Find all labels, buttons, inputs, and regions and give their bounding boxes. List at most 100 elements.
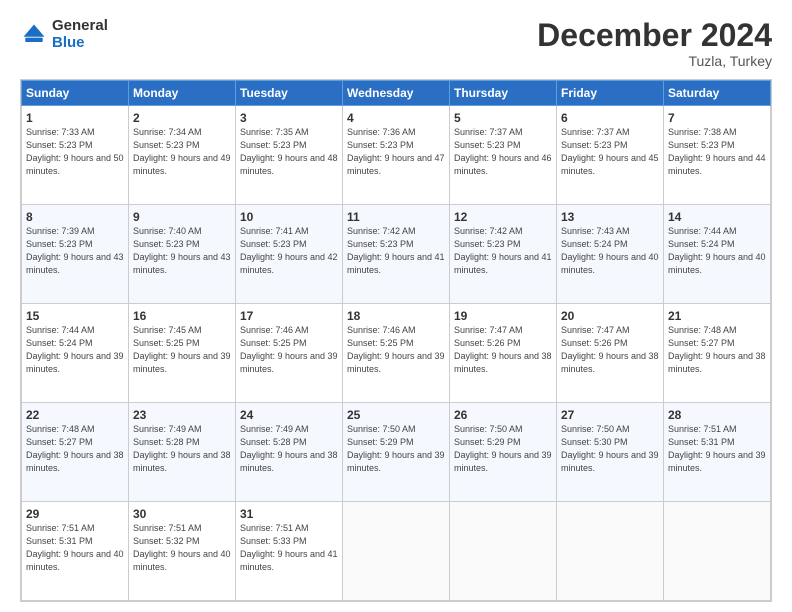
day-number: 25 bbox=[347, 407, 445, 423]
cell-info: Sunrise: 7:46 AMSunset: 5:25 PMDaylight:… bbox=[347, 325, 445, 373]
day-number: 11 bbox=[347, 209, 445, 225]
day-number: 2 bbox=[133, 110, 231, 126]
cell-info: Sunrise: 7:47 AMSunset: 5:26 PMDaylight:… bbox=[454, 325, 552, 373]
cell-info: Sunrise: 7:33 AMSunset: 5:23 PMDaylight:… bbox=[26, 127, 124, 175]
day-number: 19 bbox=[454, 308, 552, 324]
calendar-cell: 13Sunrise: 7:43 AMSunset: 5:24 PMDayligh… bbox=[557, 205, 664, 304]
logo-icon bbox=[20, 21, 48, 49]
cell-info: Sunrise: 7:40 AMSunset: 5:23 PMDaylight:… bbox=[133, 226, 231, 274]
day-number: 31 bbox=[240, 506, 338, 522]
calendar-cell: 9Sunrise: 7:40 AMSunset: 5:23 PMDaylight… bbox=[129, 205, 236, 304]
calendar-cell: 7Sunrise: 7:38 AMSunset: 5:23 PMDaylight… bbox=[664, 106, 771, 205]
day-number: 16 bbox=[133, 308, 231, 324]
calendar-cell: 6Sunrise: 7:37 AMSunset: 5:23 PMDaylight… bbox=[557, 106, 664, 205]
calendar-cell: 25Sunrise: 7:50 AMSunset: 5:29 PMDayligh… bbox=[343, 403, 450, 502]
logo-text-general: General bbox=[52, 18, 108, 35]
day-number: 17 bbox=[240, 308, 338, 324]
cell-info: Sunrise: 7:34 AMSunset: 5:23 PMDaylight:… bbox=[133, 127, 231, 175]
calendar-cell: 11Sunrise: 7:42 AMSunset: 5:23 PMDayligh… bbox=[343, 205, 450, 304]
day-number: 20 bbox=[561, 308, 659, 324]
day-number: 14 bbox=[668, 209, 766, 225]
day-number: 30 bbox=[133, 506, 231, 522]
logo: General Blue bbox=[20, 18, 108, 51]
calendar-cell: 28Sunrise: 7:51 AMSunset: 5:31 PMDayligh… bbox=[664, 403, 771, 502]
cell-info: Sunrise: 7:43 AMSunset: 5:24 PMDaylight:… bbox=[561, 226, 659, 274]
calendar-cell bbox=[557, 502, 664, 601]
calendar-cell: 14Sunrise: 7:44 AMSunset: 5:24 PMDayligh… bbox=[664, 205, 771, 304]
weekday-header-saturday: Saturday bbox=[664, 81, 771, 106]
cell-info: Sunrise: 7:42 AMSunset: 5:23 PMDaylight:… bbox=[347, 226, 445, 274]
cell-info: Sunrise: 7:48 AMSunset: 5:27 PMDaylight:… bbox=[26, 424, 124, 472]
cell-info: Sunrise: 7:35 AMSunset: 5:23 PMDaylight:… bbox=[240, 127, 338, 175]
calendar-cell: 27Sunrise: 7:50 AMSunset: 5:30 PMDayligh… bbox=[557, 403, 664, 502]
calendar-cell: 21Sunrise: 7:48 AMSunset: 5:27 PMDayligh… bbox=[664, 304, 771, 403]
calendar-cell: 10Sunrise: 7:41 AMSunset: 5:23 PMDayligh… bbox=[236, 205, 343, 304]
cell-info: Sunrise: 7:49 AMSunset: 5:28 PMDaylight:… bbox=[240, 424, 338, 472]
day-number: 28 bbox=[668, 407, 766, 423]
calendar-cell bbox=[450, 502, 557, 601]
calendar-cell: 2Sunrise: 7:34 AMSunset: 5:23 PMDaylight… bbox=[129, 106, 236, 205]
calendar-cell: 17Sunrise: 7:46 AMSunset: 5:25 PMDayligh… bbox=[236, 304, 343, 403]
day-number: 5 bbox=[454, 110, 552, 126]
calendar-cell: 16Sunrise: 7:45 AMSunset: 5:25 PMDayligh… bbox=[129, 304, 236, 403]
day-number: 7 bbox=[668, 110, 766, 126]
calendar-cell: 12Sunrise: 7:42 AMSunset: 5:23 PMDayligh… bbox=[450, 205, 557, 304]
calendar-cell: 31Sunrise: 7:51 AMSunset: 5:33 PMDayligh… bbox=[236, 502, 343, 601]
day-number: 23 bbox=[133, 407, 231, 423]
calendar-cell: 1Sunrise: 7:33 AMSunset: 5:23 PMDaylight… bbox=[22, 106, 129, 205]
day-number: 29 bbox=[26, 506, 124, 522]
header: General Blue December 2024 Tuzla, Turkey bbox=[20, 18, 772, 69]
cell-info: Sunrise: 7:50 AMSunset: 5:29 PMDaylight:… bbox=[454, 424, 552, 472]
day-number: 26 bbox=[454, 407, 552, 423]
week-row-5: 29Sunrise: 7:51 AMSunset: 5:31 PMDayligh… bbox=[22, 502, 771, 601]
cell-info: Sunrise: 7:47 AMSunset: 5:26 PMDaylight:… bbox=[561, 325, 659, 373]
day-number: 24 bbox=[240, 407, 338, 423]
weekday-header-tuesday: Tuesday bbox=[236, 81, 343, 106]
weekday-header-row: SundayMondayTuesdayWednesdayThursdayFrid… bbox=[22, 81, 771, 106]
calendar-cell: 23Sunrise: 7:49 AMSunset: 5:28 PMDayligh… bbox=[129, 403, 236, 502]
calendar: SundayMondayTuesdayWednesdayThursdayFrid… bbox=[20, 79, 772, 602]
calendar-cell: 26Sunrise: 7:50 AMSunset: 5:29 PMDayligh… bbox=[450, 403, 557, 502]
cell-info: Sunrise: 7:38 AMSunset: 5:23 PMDaylight:… bbox=[668, 127, 766, 175]
calendar-cell: 3Sunrise: 7:35 AMSunset: 5:23 PMDaylight… bbox=[236, 106, 343, 205]
cell-info: Sunrise: 7:37 AMSunset: 5:23 PMDaylight:… bbox=[454, 127, 552, 175]
cell-info: Sunrise: 7:42 AMSunset: 5:23 PMDaylight:… bbox=[454, 226, 552, 274]
calendar-cell: 8Sunrise: 7:39 AMSunset: 5:23 PMDaylight… bbox=[22, 205, 129, 304]
calendar-cell: 20Sunrise: 7:47 AMSunset: 5:26 PMDayligh… bbox=[557, 304, 664, 403]
calendar-cell: 18Sunrise: 7:46 AMSunset: 5:25 PMDayligh… bbox=[343, 304, 450, 403]
day-number: 9 bbox=[133, 209, 231, 225]
day-number: 21 bbox=[668, 308, 766, 324]
calendar-cell: 4Sunrise: 7:36 AMSunset: 5:23 PMDaylight… bbox=[343, 106, 450, 205]
location-subtitle: Tuzla, Turkey bbox=[537, 53, 772, 69]
calendar-cell: 15Sunrise: 7:44 AMSunset: 5:24 PMDayligh… bbox=[22, 304, 129, 403]
calendar-cell bbox=[343, 502, 450, 601]
calendar-cell: 5Sunrise: 7:37 AMSunset: 5:23 PMDaylight… bbox=[450, 106, 557, 205]
cell-info: Sunrise: 7:51 AMSunset: 5:32 PMDaylight:… bbox=[133, 523, 231, 571]
cell-info: Sunrise: 7:50 AMSunset: 5:29 PMDaylight:… bbox=[347, 424, 445, 472]
cell-info: Sunrise: 7:44 AMSunset: 5:24 PMDaylight:… bbox=[26, 325, 124, 373]
logo-text-blue: Blue bbox=[52, 35, 108, 52]
weekday-header-wednesday: Wednesday bbox=[343, 81, 450, 106]
cell-info: Sunrise: 7:51 AMSunset: 5:31 PMDaylight:… bbox=[26, 523, 124, 571]
cell-info: Sunrise: 7:45 AMSunset: 5:25 PMDaylight:… bbox=[133, 325, 231, 373]
day-number: 6 bbox=[561, 110, 659, 126]
calendar-cell: 29Sunrise: 7:51 AMSunset: 5:31 PMDayligh… bbox=[22, 502, 129, 601]
day-number: 4 bbox=[347, 110, 445, 126]
calendar-cell: 24Sunrise: 7:49 AMSunset: 5:28 PMDayligh… bbox=[236, 403, 343, 502]
cell-info: Sunrise: 7:51 AMSunset: 5:33 PMDaylight:… bbox=[240, 523, 338, 571]
week-row-4: 22Sunrise: 7:48 AMSunset: 5:27 PMDayligh… bbox=[22, 403, 771, 502]
title-block: December 2024 Tuzla, Turkey bbox=[537, 18, 772, 69]
day-number: 18 bbox=[347, 308, 445, 324]
cell-info: Sunrise: 7:50 AMSunset: 5:30 PMDaylight:… bbox=[561, 424, 659, 472]
main-title: December 2024 bbox=[537, 18, 772, 53]
cell-info: Sunrise: 7:39 AMSunset: 5:23 PMDaylight:… bbox=[26, 226, 124, 274]
calendar-cell bbox=[664, 502, 771, 601]
cell-info: Sunrise: 7:37 AMSunset: 5:23 PMDaylight:… bbox=[561, 127, 659, 175]
calendar-cell: 19Sunrise: 7:47 AMSunset: 5:26 PMDayligh… bbox=[450, 304, 557, 403]
day-number: 1 bbox=[26, 110, 124, 126]
week-row-2: 8Sunrise: 7:39 AMSunset: 5:23 PMDaylight… bbox=[22, 205, 771, 304]
week-row-3: 15Sunrise: 7:44 AMSunset: 5:24 PMDayligh… bbox=[22, 304, 771, 403]
cell-info: Sunrise: 7:41 AMSunset: 5:23 PMDaylight:… bbox=[240, 226, 338, 274]
cell-info: Sunrise: 7:44 AMSunset: 5:24 PMDaylight:… bbox=[668, 226, 766, 274]
calendar-cell: 22Sunrise: 7:48 AMSunset: 5:27 PMDayligh… bbox=[22, 403, 129, 502]
